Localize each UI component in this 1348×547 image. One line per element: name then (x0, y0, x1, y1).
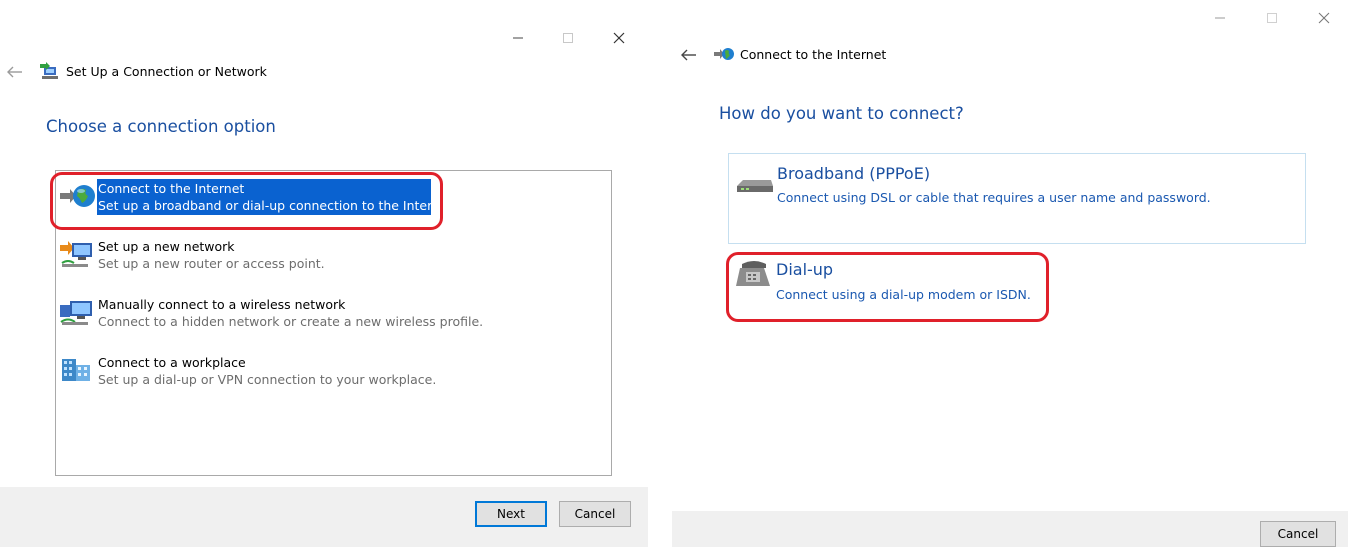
maximize-icon (563, 33, 573, 43)
wireless-network-icon (60, 301, 92, 325)
close-button[interactable] (611, 30, 627, 46)
page-heading: Choose a connection option (46, 117, 276, 136)
modem-icon (737, 180, 773, 192)
minimize-button[interactable] (510, 30, 526, 46)
close-button[interactable] (1316, 10, 1332, 26)
option-description: Connect using DSL or cable that requires… (777, 190, 1211, 205)
workplace-icon (62, 359, 90, 381)
connect-internet-window: Connect to the Internet How do you want … (672, 0, 1348, 547)
close-icon (613, 32, 625, 44)
option-new-network[interactable]: Set up a new network Set up a new router… (56, 233, 611, 277)
cancel-button[interactable]: Cancel (1260, 521, 1336, 547)
minimize-button[interactable] (1212, 10, 1228, 26)
option-description: Set up a new router or access point. (98, 256, 325, 271)
window-title: Set Up a Connection or Network (66, 64, 267, 79)
option-connect-workplace[interactable]: Connect to a workplace Set up a dial-up … (56, 349, 611, 393)
setup-connection-window: Set Up a Connection or Network Choose a … (0, 0, 648, 547)
highlight-annotation (726, 252, 1049, 322)
wizard-footer: Cancel (672, 511, 1348, 547)
option-title: Broadband (PPPoE) (777, 164, 931, 183)
option-title: Set up a new network (98, 239, 235, 254)
option-title: Manually connect to a wireless network (98, 297, 346, 312)
wizard-footer: Next Cancel (0, 487, 648, 547)
option-title: Connect to a workplace (98, 355, 246, 370)
globe-title-icon (714, 48, 734, 60)
minimize-icon (1215, 17, 1225, 19)
window-title: Connect to the Internet (740, 47, 887, 62)
maximize-button[interactable] (560, 30, 576, 46)
minimize-icon (513, 37, 523, 39)
option-manual-wireless[interactable]: Manually connect to a wireless network C… (56, 291, 611, 335)
option-description: Set up a dial-up or VPN connection to yo… (98, 372, 437, 387)
network-setup-title-icon (40, 62, 58, 79)
option-broadband[interactable]: Broadband (PPPoE) Connect using DSL or c… (728, 153, 1306, 244)
page-heading: How do you want to connect? (719, 104, 964, 123)
close-icon (1318, 12, 1330, 24)
back-arrow-icon[interactable] (6, 65, 24, 79)
next-button[interactable]: Next (475, 501, 547, 527)
maximize-button[interactable] (1264, 10, 1280, 26)
cancel-button[interactable]: Cancel (559, 501, 631, 527)
maximize-icon (1267, 13, 1277, 23)
network-setup-icon (60, 241, 92, 267)
option-description: Connect to a hidden network or create a … (98, 314, 484, 329)
highlight-annotation (50, 172, 443, 230)
back-arrow-icon[interactable] (680, 48, 698, 62)
